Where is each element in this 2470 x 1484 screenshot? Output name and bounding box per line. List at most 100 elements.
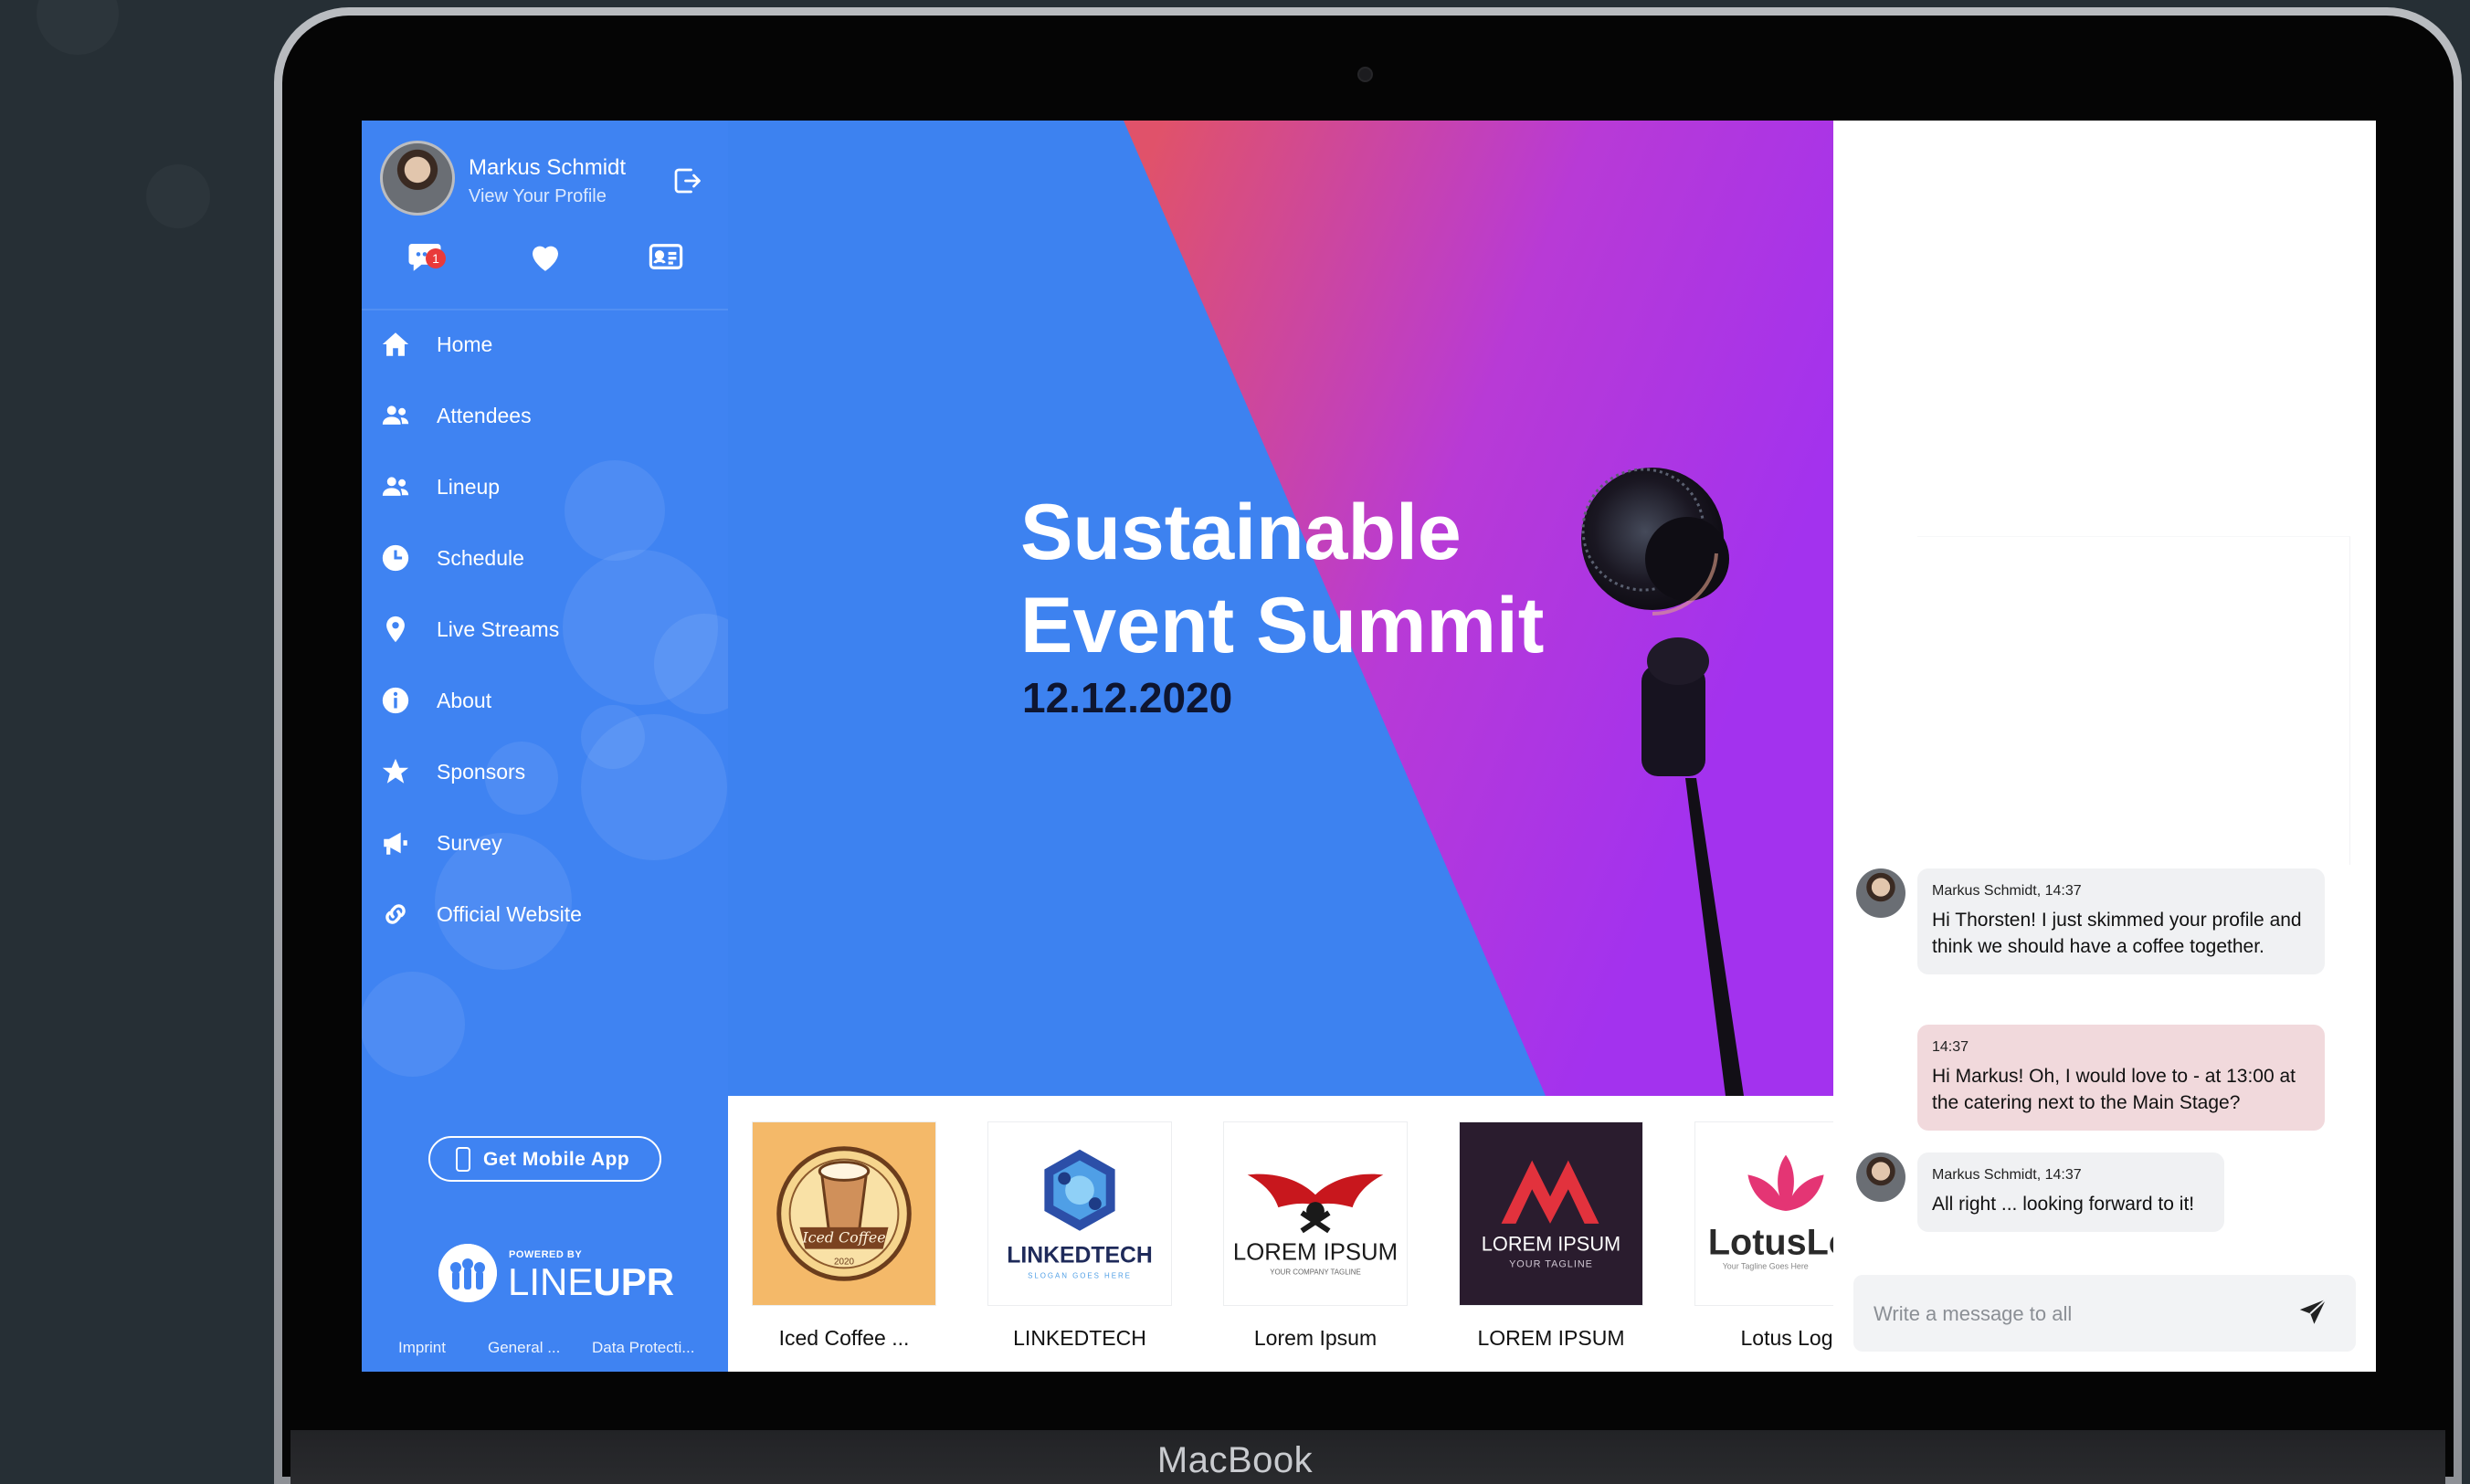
sponsor-name: Iced Coffee ...	[778, 1326, 910, 1350]
sponsor-logo-sub: SLOGAN GOES HERE	[1028, 1271, 1132, 1279]
background-bokeh	[146, 164, 210, 228]
sidebar-item-label: Lineup	[437, 475, 501, 499]
message-text: Hi Markus! Oh, I would love to - at 13:0…	[1932, 1066, 2296, 1113]
sponsor-logo-text: LOREM IPSUM	[1482, 1233, 1620, 1256]
data-protection-link[interactable]: Data Protecti...	[592, 1339, 694, 1357]
general-terms-link[interactable]: General ...	[488, 1339, 560, 1357]
people-icon	[382, 477, 409, 496]
device-label: MacBook	[1156, 1440, 1314, 1480]
event-title-line-2: Event Summit	[1020, 582, 1545, 669]
contact-card-icon[interactable]	[647, 237, 685, 276]
app-screen: Markus Schmidt View Your Profile 1 Home …	[362, 121, 2376, 1372]
people-icon	[382, 405, 409, 425]
chat-message: Markus Schmidt, 14:37 Hi Thorsten! I jus…	[1917, 868, 2325, 974]
notification-badge: 1	[426, 248, 446, 268]
footer-links: Imprint General ... Data Protecti...	[362, 1339, 728, 1361]
imprint-link[interactable]: Imprint	[398, 1339, 446, 1357]
sidebar-item-sponsors[interactable]: Sponsors	[362, 740, 728, 804]
event-date: 12.12.2020	[1022, 674, 1233, 721]
divider	[362, 309, 728, 310]
message-meta: Markus Schmidt, 14:37	[1932, 1167, 2082, 1183]
send-icon[interactable]	[2297, 1297, 2328, 1328]
sponsor-logo-lorem-ipsum-wings: LOREM IPSUM YOUR COMPANY TAGLINE	[1223, 1121, 1408, 1306]
sponsor-logo-text: Iced Coffee	[801, 1229, 885, 1247]
sidebar-item-label: Attendees	[437, 404, 532, 427]
avatar[interactable]	[380, 141, 455, 216]
sponsor-card[interactable]: LOREM IPSUM YOUR COMPANY TAGLINE Lorem I…	[1223, 1096, 1410, 1372]
star-icon	[382, 758, 409, 784]
view-profile-link[interactable]: View Your Profile	[469, 186, 607, 207]
get-mobile-app-button[interactable]: Get Mobile App	[428, 1136, 661, 1182]
heart-icon[interactable]	[526, 237, 565, 276]
sidebar-item-home[interactable]: Home	[362, 312, 728, 376]
map-pin-icon	[386, 616, 405, 643]
sidebar-item-label: About	[437, 689, 492, 712]
sponsor-card[interactable]: LotusLo Your Tagline Goes Here Lotus Log	[1694, 1096, 1833, 1372]
sponsor-card[interactable]: LINKEDTECH SLOGAN GOES HERE LINKEDTECH	[987, 1096, 1175, 1372]
sponsor-name: Lorem Ipsum	[1253, 1326, 1378, 1350]
sidebar-item-about[interactable]: About	[362, 668, 728, 732]
message-meta: Markus Schmidt, 14:37	[1932, 883, 2082, 899]
sidebar-item-attendees[interactable]: Attendees	[362, 384, 728, 447]
sidebar: Markus Schmidt View Your Profile 1 Home …	[362, 121, 728, 1372]
sidebar-item-label: Home	[437, 332, 493, 356]
sponsor-logo-lorem-ipsum-dark: LOREM IPSUM YOUR TAGLINE	[1459, 1121, 1643, 1306]
lineupr-logo-icon	[438, 1244, 497, 1302]
sidebar-item-label: Survey	[437, 831, 502, 855]
message-meta: 14:37	[1932, 1039, 1969, 1055]
chat-message: Markus Schmidt, 14:37 All right ... look…	[1917, 1152, 2224, 1232]
lineupr-wordmark: LINEUPR	[508, 1260, 674, 1304]
sponsor-logo-sub: YOUR TAGLINE	[1509, 1258, 1593, 1269]
camera-icon	[1357, 67, 1373, 82]
phone-icon	[456, 1147, 470, 1172]
info-icon	[382, 687, 409, 714]
avatar[interactable]	[1856, 868, 1905, 918]
chat-input-placeholder: Write a message to all	[1874, 1302, 2073, 1325]
sponsor-logo-iced-coffee: Iced Coffee 2020	[752, 1121, 936, 1306]
sponsor-card[interactable]: LOREM IPSUM YOUR TAGLINE LOREM IPSUM	[1459, 1096, 1646, 1372]
chat-panel: Markus Schmidt, 14:37 Hi Thorsten! I jus…	[1833, 121, 2376, 1372]
sidebar-item-survey[interactable]: Survey	[362, 811, 728, 875]
message-text: Hi Thorsten! I just skimmed your profile…	[1932, 910, 2302, 957]
sponsor-name: LINKEDTECH	[1013, 1326, 1146, 1350]
brand-light: LINE	[508, 1260, 594, 1303]
sponsor-logo-sub: Your Tagline Goes Here	[1723, 1261, 1809, 1270]
sponsor-logo-sub: YOUR COMPANY TAGLINE	[1270, 1268, 1361, 1276]
home-icon	[382, 332, 409, 356]
chat-scroll-area[interactable]	[1917, 536, 2350, 865]
powered-by-lineupr: POWERED BY LINEUPR	[438, 1240, 674, 1304]
sponsor-logo-text: LOREM IPSUM	[1233, 1239, 1398, 1265]
sidebar-item-label: Official Website	[437, 902, 582, 926]
logout-icon[interactable]	[670, 164, 703, 197]
sponsor-logo-linkedtech: LINKEDTECH SLOGAN GOES HERE	[987, 1121, 1172, 1306]
chat-message-own: 14:37 Hi Markus! Oh, I would love to - a…	[1917, 1025, 2325, 1131]
profile-name[interactable]: Markus Schmidt	[469, 155, 626, 181]
background-bokeh	[37, 0, 119, 55]
sponsor-logo-text: LINKEDTECH	[1007, 1243, 1153, 1268]
sponsor-name: Lotus Log	[1740, 1326, 1833, 1350]
sidebar-bokeh	[362, 972, 465, 1077]
sponsor-name: LOREM IPSUM	[1477, 1326, 1625, 1350]
avatar[interactable]	[1856, 1152, 1905, 1202]
message-text: All right ... looking forward to it!	[1932, 1194, 2195, 1215]
hero-banner: Sustainable Event Summit 12.12.2020	[728, 121, 1833, 1096]
sidebar-item-label: Schedule	[437, 546, 524, 570]
sponsor-logo-text: LotusLo	[1708, 1223, 1833, 1263]
event-title: Sustainable Event Summit	[1020, 486, 1544, 672]
sidebar-item-label: Sponsors	[437, 760, 526, 784]
sidebar-item-label: Live Streams	[437, 617, 560, 641]
brand-bold: UPR	[593, 1260, 675, 1303]
sponsor-logo-lotus: LotusLo Your Tagline Goes Here	[1694, 1121, 1833, 1306]
clock-icon	[382, 544, 409, 572]
sponsor-card[interactable]: Iced Coffee 2020 Iced Coffee ...	[752, 1096, 939, 1372]
event-title-line-1: Sustainable	[1020, 489, 1462, 576]
sponsor-strip: Iced Coffee 2020 Iced Coffee ... LINKEDT…	[728, 1096, 1833, 1372]
sidebar-item-official-website[interactable]: Official Website	[362, 882, 728, 946]
get-mobile-app-label: Get Mobile App	[483, 1149, 630, 1170]
sidebar-item-live-streams[interactable]: Live Streams	[362, 597, 728, 661]
megaphone-icon	[384, 832, 407, 855]
powered-by-label: POWERED BY	[509, 1249, 583, 1260]
sidebar-item-lineup[interactable]: Lineup	[362, 455, 728, 519]
sidebar-item-schedule[interactable]: Schedule	[362, 526, 728, 590]
profile-header[interactable]: Markus Schmidt View Your Profile	[380, 141, 713, 225]
